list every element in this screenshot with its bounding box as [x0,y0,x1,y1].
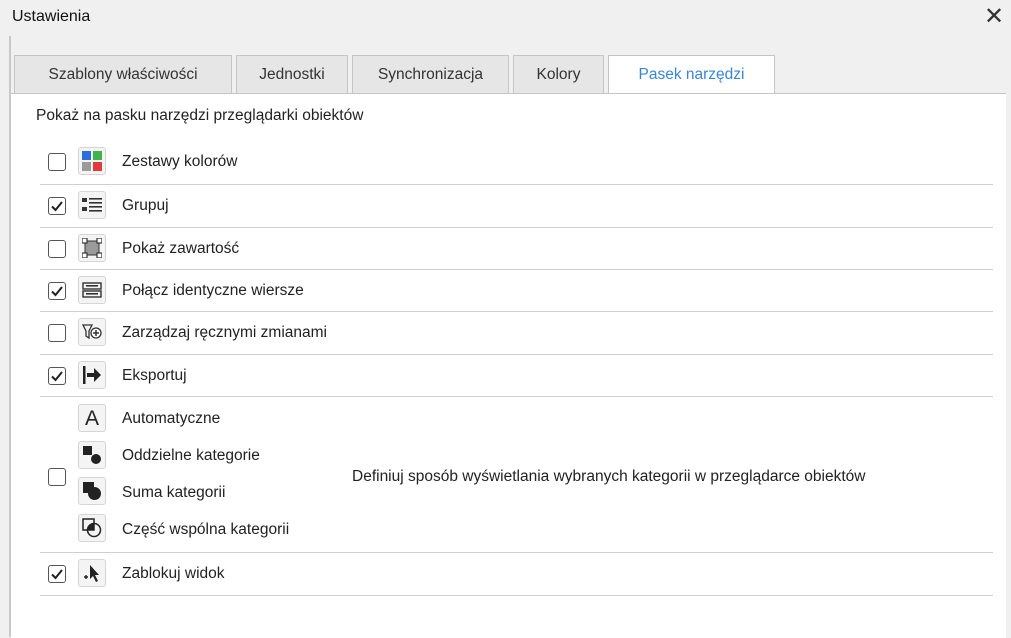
list-item-lock-view: Zablokuj widok [40,553,993,596]
option-label: Oddzielne kategorie [122,447,260,464]
tab-colors[interactable]: Kolory [513,55,604,93]
item-label: Zestawy kolorów [122,153,238,170]
section-heading: Pokaż na pasku narzędzi przeglądarki obi… [36,107,364,124]
lock-view-icon [78,559,106,587]
merge-rows-icon [78,276,106,304]
option-label: Automatyczne [122,410,221,427]
list-item-category-display: A Automatyczne Oddzielne kategorie Suma … [40,397,993,553]
checkbox-show-content[interactable] [48,240,66,258]
intersection-categories-icon [78,514,106,542]
category-display-description: Definiuj sposób wyświetlania wybranych k… [352,468,866,485]
item-label: Zablokuj widok [122,565,225,582]
tab-label: Synchronizacja [377,65,484,83]
list-item-color-sets: Zestawy kolorów [40,139,993,185]
checkbox-export[interactable] [48,367,66,385]
export-icon [78,361,106,389]
group-icon [78,191,106,219]
checkbox-group[interactable] [48,197,66,215]
item-label: Zarządzaj ręcznymi zmianami [122,324,327,341]
tab-label: Pasek narzędzi [638,66,745,83]
tab-label: Szablony właściwości [48,65,198,83]
tab-units[interactable]: Jednostki [236,55,348,93]
checkbox-merge-rows[interactable] [48,282,66,300]
tab-bar: Szablony właściwości Jednostki Synchroni… [14,55,779,94]
color-sets-icon [78,147,106,175]
checkbox-color-sets[interactable] [48,153,66,171]
item-label: Grupuj [122,197,169,214]
union-categories-icon [78,477,106,505]
list-item-merge-rows: Połącz identyczne wiersze [40,270,993,312]
checkbox-lock-view[interactable] [48,565,66,583]
item-label: Eksportuj [122,367,187,384]
separate-categories-icon [78,441,106,469]
manual-changes-icon [78,318,106,346]
list-item-export: Eksportuj [40,355,993,397]
item-label: Pokaż zawartość [122,240,240,257]
item-label: Połącz identyczne wiersze [122,282,304,299]
show-content-icon [78,234,106,262]
checkbox-category-display[interactable] [48,468,66,486]
tab-label: Kolory [536,65,581,83]
tab-toolbar[interactable]: Pasek narzędzi [608,55,775,94]
checkbox-manual-changes[interactable] [48,324,66,342]
close-icon[interactable]: ✕ [981,4,1007,30]
list-item-manual-changes: Zarządzaj ręcznymi zmianami [40,312,993,355]
tab-synchronization[interactable]: Synchronizacja [352,55,509,93]
option-label: Część wspólna kategorii [122,521,290,538]
option-label: Suma kategorii [122,484,226,501]
list-item-group: Grupuj [40,185,993,228]
window-title: Ustawienia [12,8,91,25]
tab-property-templates[interactable]: Szablony właściwości [14,55,232,93]
list-item-show-content: Pokaż zawartość [40,228,993,270]
tab-label: Jednostki [259,65,325,83]
title-bar: Ustawienia ✕ [0,0,1011,36]
letter-a-icon: A [78,404,106,432]
